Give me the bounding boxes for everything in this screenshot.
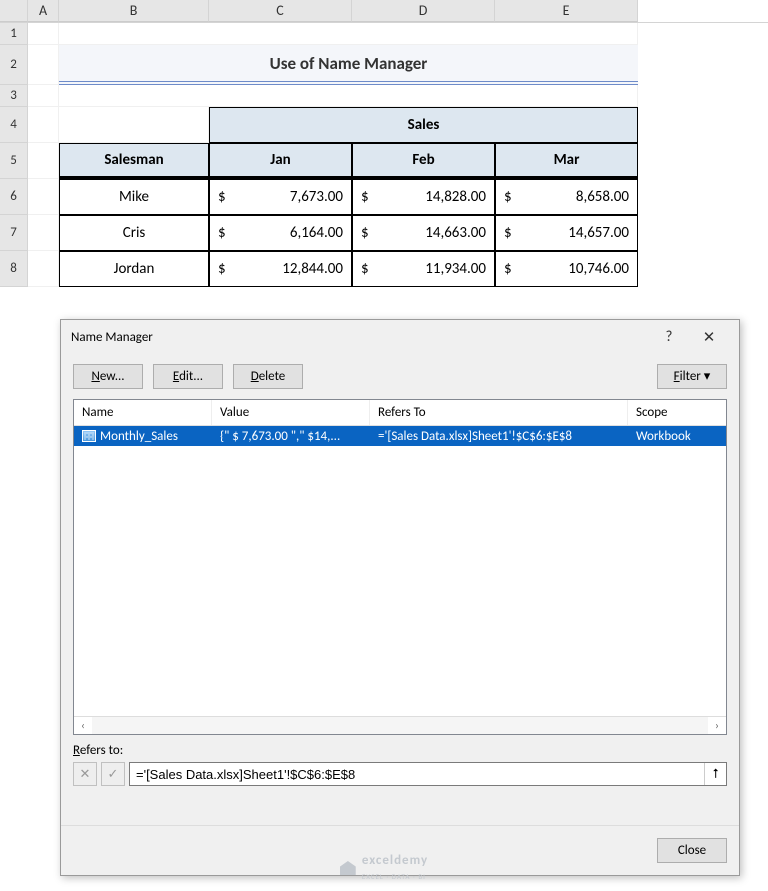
chevron-down-icon: ▾ (704, 369, 711, 384)
col-header-c[interactable]: C (209, 0, 352, 22)
sales-header[interactable]: Sales (209, 107, 638, 143)
delete-button[interactable]: Delete (233, 364, 303, 389)
list-row-selected[interactable]: Monthly_Sales {" $ 7,673.00 "," $14,... … (74, 426, 726, 446)
jan-header[interactable]: Jan (209, 143, 352, 179)
edit-button[interactable]: Edit... (153, 364, 223, 389)
cell-name[interactable]: Cris (59, 215, 209, 251)
cancel-refers-button[interactable]: ✕ (73, 762, 97, 786)
scroll-right-icon[interactable]: › (708, 719, 726, 732)
row-header-8[interactable]: 8 (0, 251, 28, 287)
close-button[interactable]: Close (657, 838, 727, 863)
cell-value[interactable]: $8,658.00 (495, 179, 638, 215)
new-button[interactable]: New... (73, 364, 143, 389)
cell-value[interactable]: $14,663.00 (352, 215, 495, 251)
row-header-6[interactable]: 6 (0, 179, 28, 215)
select-all-corner[interactable] (0, 0, 28, 22)
named-range-icon (82, 430, 96, 442)
list-header-refers[interactable]: Refers To (370, 400, 628, 425)
column-headers: A B C D E (0, 0, 768, 23)
salesman-header[interactable]: Salesman (59, 143, 209, 179)
row-header-1[interactable]: 1 (0, 23, 28, 45)
spreadsheet: A B C D E 1 2 Use of Name Manager 3 4 Sa… (0, 0, 768, 287)
cell-value[interactable]: $11,934.00 (352, 251, 495, 287)
list-header-value[interactable]: Value (212, 400, 370, 425)
name-manager-dialog: Name Manager ? ✕ New... Edit... Delete F… (60, 319, 740, 876)
watermark-text: exceldemy (362, 853, 428, 868)
row-header-2[interactable]: 2 (0, 45, 28, 85)
filter-button[interactable]: Filter ▾ (657, 364, 727, 389)
x-icon: ✕ (80, 767, 91, 782)
list-header-scope[interactable]: Scope (628, 400, 726, 425)
cell-value[interactable]: $12,844.00 (209, 251, 352, 287)
horizontal-scrollbar[interactable]: ‹ › (74, 716, 726, 734)
col-header-b[interactable]: B (59, 0, 209, 22)
col-header-d[interactable]: D (352, 0, 495, 22)
mar-header[interactable]: Mar (495, 143, 638, 179)
names-list: Name Value Refers To Scope Monthly_Sales… (73, 399, 727, 735)
row-header-7[interactable]: 7 (0, 215, 28, 251)
check-icon: ✓ (108, 767, 119, 782)
list-cell-refers: ='[Sales Data.xlsx]Sheet1'!$C$6:$E$8 (370, 429, 628, 444)
collapse-dialog-icon: ⭡ (712, 767, 718, 782)
watermark: exceldemy EXCEL · DATA · BI (340, 853, 428, 883)
logo-icon (340, 861, 356, 875)
help-icon[interactable]: ? (649, 328, 689, 346)
cell-value[interactable]: $14,657.00 (495, 215, 638, 251)
list-cell-scope: Workbook (628, 429, 726, 444)
range-picker-button[interactable]: ⭡ (704, 763, 726, 785)
list-cell-value: {" $ 7,673.00 "," $14,... (212, 429, 370, 444)
list-header-name[interactable]: Name (74, 400, 212, 425)
col-header-a[interactable]: A (28, 0, 59, 22)
cell-name[interactable]: Mike (59, 179, 209, 215)
cell-value[interactable]: $6,164.00 (209, 215, 352, 251)
row-header-5[interactable]: 5 (0, 143, 28, 179)
dialog-title: Name Manager (71, 330, 153, 345)
row-header-4[interactable]: 4 (0, 107, 28, 143)
refers-to-label: Refers to: (73, 743, 727, 758)
cell-name[interactable]: Jordan (59, 251, 209, 287)
confirm-refers-button[interactable]: ✓ (101, 762, 125, 786)
row-header-3[interactable]: 3 (0, 85, 28, 107)
close-icon[interactable]: ✕ (689, 328, 729, 347)
cell-value[interactable]: $14,828.00 (352, 179, 495, 215)
page-title: Use of Name Manager (59, 45, 638, 85)
refers-to-input[interactable] (130, 767, 704, 782)
dialog-titlebar[interactable]: Name Manager ? ✕ (61, 320, 739, 354)
cell-value[interactable]: $10,746.00 (495, 251, 638, 287)
cell-value[interactable]: $7,673.00 (209, 179, 352, 215)
col-header-e[interactable]: E (495, 0, 638, 22)
list-cell-name: Monthly_Sales (100, 429, 178, 444)
watermark-subtext: EXCEL · DATA · BI (362, 872, 426, 881)
scroll-left-icon[interactable]: ‹ (74, 719, 92, 732)
feb-header[interactable]: Feb (352, 143, 495, 179)
